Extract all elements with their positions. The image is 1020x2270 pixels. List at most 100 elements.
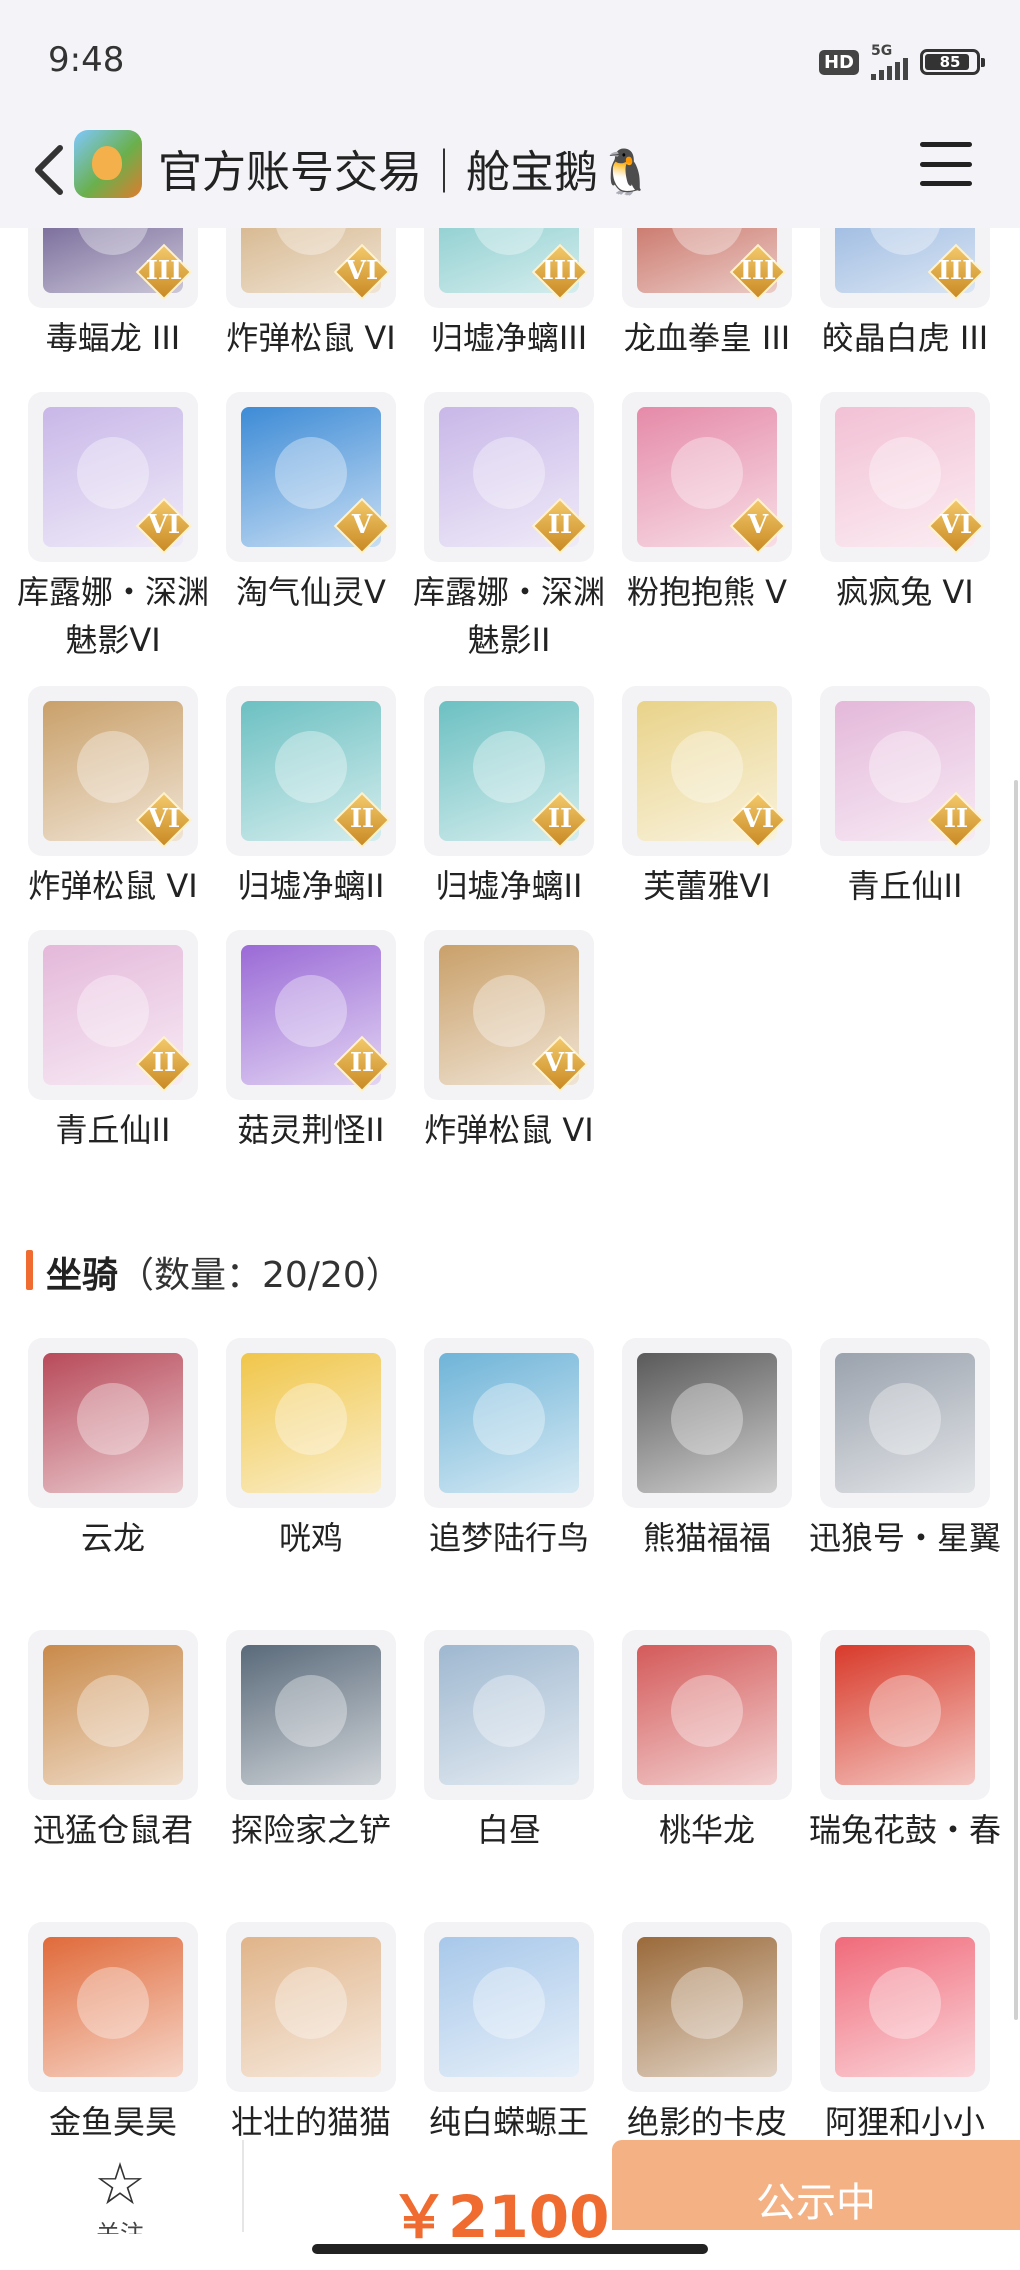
top-nav-bar: 官方账号交易｜舱宝鹅🐧: [0, 120, 1020, 228]
pet-card[interactable]: VI 炸弹松鼠 VI: [14, 686, 212, 910]
tier-number: III: [739, 256, 777, 286]
item-thumbnail: III: [622, 228, 792, 308]
item-name: 探险家之铲: [230, 1811, 391, 1849]
tier-number: VI: [939, 510, 973, 540]
item-thumbnail: VI: [28, 392, 198, 562]
item-image: [637, 1645, 777, 1785]
tier-badge: III: [927, 243, 985, 301]
tier-badge: II: [135, 1035, 193, 1093]
item-image: [835, 1937, 975, 2077]
item-image: [43, 1937, 183, 2077]
price: ￥2100: [390, 2183, 610, 2251]
tier-number: VI: [147, 510, 181, 540]
pet-card[interactable]: III 龙血拳皇 III: [608, 228, 806, 362]
mounts-section-header: 坐骑 （数量：20/20）: [26, 1246, 626, 1296]
item-image: [835, 1645, 975, 1785]
section-accent-bar: [26, 1250, 33, 1290]
pet-card[interactable]: VI 炸弹松鼠 VI: [410, 930, 608, 1154]
mount-card[interactable]: 探险家之铲: [212, 1630, 410, 1854]
item-thumbnail: [226, 1338, 396, 1508]
content-scroll-area[interactable]: III 毒蝠龙 III VI 炸弹松鼠 VI III 归墟净螭III III 龙血拳皇 III…: [0, 228, 1020, 2140]
hamburger-menu-icon[interactable]: [920, 142, 972, 186]
tier-number: VI: [147, 804, 181, 834]
item-image: [241, 1645, 381, 1785]
item-thumbnail: II: [424, 686, 594, 856]
mount-card[interactable]: 追梦陆行鸟: [410, 1338, 608, 1562]
mount-card[interactable]: 白昼: [410, 1630, 608, 1854]
item-thumbnail: [424, 1630, 594, 1800]
tier-number: VI: [543, 1048, 577, 1078]
pet-card[interactable]: II 归墟净螭II: [212, 686, 410, 910]
follow-button[interactable]: ☆ 关注: [40, 2154, 200, 2234]
pet-card[interactable]: V 淘气仙灵V: [212, 392, 410, 616]
tier-number: II: [151, 1048, 177, 1078]
tier-badge: III: [531, 243, 589, 301]
item-name: 毒蝠龙 III: [45, 319, 181, 357]
mount-card[interactable]: 迅狼号・星翼: [806, 1338, 1004, 1562]
mount-card[interactable]: 阿狸和小小: [806, 1922, 1004, 2140]
item-name: 白昼: [476, 1811, 541, 1849]
tier-badge: VI: [729, 791, 787, 849]
item-thumbnail: V: [622, 392, 792, 562]
item-name: 迅猛仓鼠君: [32, 1811, 193, 1849]
mount-card[interactable]: 云龙: [14, 1338, 212, 1562]
item-name: 菇灵荆怪II: [237, 1111, 385, 1149]
tier-number: VI: [345, 256, 379, 286]
mount-card[interactable]: 桃华龙: [608, 1630, 806, 1854]
pet-card[interactable]: V 粉抱抱熊 V: [608, 392, 806, 616]
item-name: 粉抱抱熊 V: [626, 573, 788, 611]
item-image: [439, 1937, 579, 2077]
item-image: [637, 1937, 777, 2077]
item-thumbnail: II: [820, 686, 990, 856]
status-button[interactable]: 公示中: [612, 2140, 1020, 2230]
item-thumbnail: II: [226, 686, 396, 856]
mount-card[interactable]: 壮壮的猫猫: [212, 1922, 410, 2140]
item-thumbnail: [28, 1338, 198, 1508]
mount-card[interactable]: 金鱼昊昊: [14, 1922, 212, 2140]
pet-card[interactable]: II 菇灵荆怪II: [212, 930, 410, 1154]
pet-card[interactable]: II 青丘仙II: [806, 686, 1004, 910]
tier-number: II: [349, 804, 375, 834]
pet-card[interactable]: VI 芙蕾雅VI: [608, 686, 806, 910]
item-thumbnail: [424, 1922, 594, 2092]
item-name: 炸弹松鼠 VI: [28, 867, 198, 905]
item-image: [439, 1353, 579, 1493]
mount-card[interactable]: 迅猛仓鼠君: [14, 1630, 212, 1854]
item-thumbnail: VI: [226, 228, 396, 308]
tier-badge: VI: [927, 497, 985, 555]
item-name: 归墟净螭II: [237, 867, 385, 905]
item-name: 芙蕾雅VI: [643, 867, 771, 905]
tier-number: II: [943, 804, 969, 834]
item-thumbnail: II: [226, 930, 396, 1100]
item-thumbnail: [622, 1338, 792, 1508]
star-icon: ☆: [94, 2150, 146, 2218]
item-name: 皎晶白虎 III: [821, 319, 989, 357]
pet-card[interactable]: VI 炸弹松鼠 VI: [212, 228, 410, 362]
item-image: [835, 1353, 975, 1493]
item-thumbnail: [820, 1922, 990, 2092]
back-arrow-icon[interactable]: [30, 140, 70, 200]
item-thumbnail: [820, 1630, 990, 1800]
pet-card[interactable]: III 毒蝠龙 III: [14, 228, 212, 362]
mount-card[interactable]: 瑞兔花鼓・春: [806, 1630, 1004, 1854]
mount-card[interactable]: 绝影的卡皮: [608, 1922, 806, 2140]
scrollbar[interactable]: [1014, 780, 1018, 2020]
item-name: 绝影的卡皮: [626, 2103, 787, 2140]
pet-card[interactable]: III 归墟净螭III: [410, 228, 608, 362]
tier-badge: II: [333, 791, 391, 849]
pet-card[interactable]: III 皎晶白虎 III: [806, 228, 1004, 362]
item-thumbnail: II: [28, 930, 198, 1100]
item-name: 库露娜・深渊魅影II: [412, 573, 605, 659]
tier-badge: III: [135, 243, 193, 301]
pet-card[interactable]: II 归墟净螭II: [410, 686, 608, 910]
pet-card[interactable]: VI 疯疯兔 VI: [806, 392, 1004, 616]
mount-card[interactable]: 熊猫福福: [608, 1338, 806, 1562]
home-indicator[interactable]: [312, 2244, 708, 2254]
mount-card[interactable]: 咣鸡: [212, 1338, 410, 1562]
pet-card[interactable]: VI 库露娜・深渊魅影VI: [14, 392, 212, 664]
mount-card[interactable]: 纯白蝾螈王: [410, 1922, 608, 2140]
pet-card[interactable]: II 青丘仙II: [14, 930, 212, 1154]
item-name: 壮壮的猫猫: [230, 2103, 391, 2140]
pet-card[interactable]: II 库露娜・深渊魅影II: [410, 392, 608, 664]
item-thumbnail: [820, 1338, 990, 1508]
